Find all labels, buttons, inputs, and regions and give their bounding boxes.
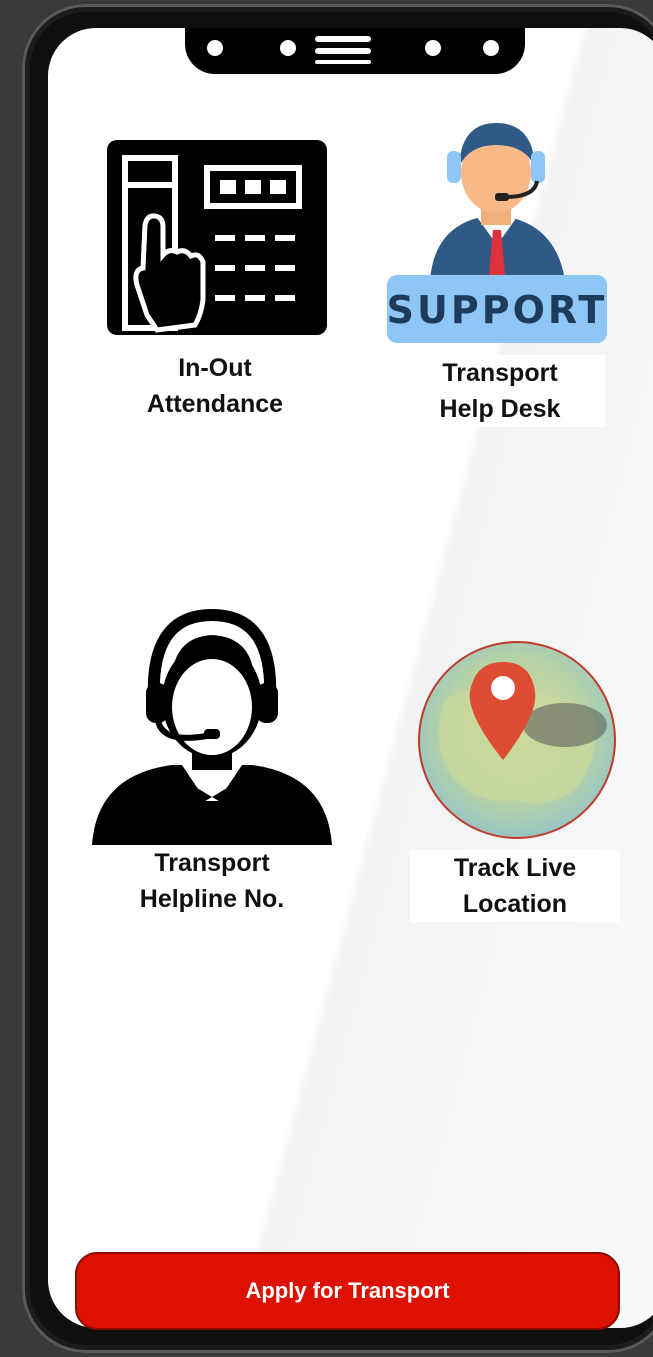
support-agent-icon: SUPPORT bbox=[387, 123, 608, 343]
apply-for-transport-button[interactable]: Apply for Transport bbox=[75, 1252, 620, 1330]
tile-help-desk[interactable]: SUPPORT Transport Help Desk bbox=[385, 115, 615, 435]
tile-label-line2: Helpline No. bbox=[139, 885, 285, 913]
map-pin-icon bbox=[418, 641, 616, 839]
tile-label-line2: Attendance bbox=[146, 390, 284, 418]
tile-track-location[interactable]: Track Live Location bbox=[405, 640, 630, 930]
attendance-keypad-icon bbox=[107, 140, 327, 335]
tile-label-line2: Location bbox=[462, 890, 568, 918]
tile-label-line2: Help Desk bbox=[439, 395, 561, 423]
phone-notch bbox=[185, 28, 525, 74]
tile-label-line1: In-Out bbox=[178, 354, 252, 382]
tile-helpline[interactable]: Transport Helpline No. bbox=[92, 605, 332, 935]
headset-operator-icon bbox=[92, 608, 332, 845]
tile-label-line1: Transport bbox=[154, 849, 270, 877]
tile-label-line1: Transport bbox=[442, 359, 558, 387]
tile-label-line1: Track Live bbox=[453, 854, 577, 882]
support-badge-text: SUPPORT bbox=[387, 288, 608, 332]
tile-attendance[interactable]: In-Out Attendance bbox=[95, 140, 375, 505]
